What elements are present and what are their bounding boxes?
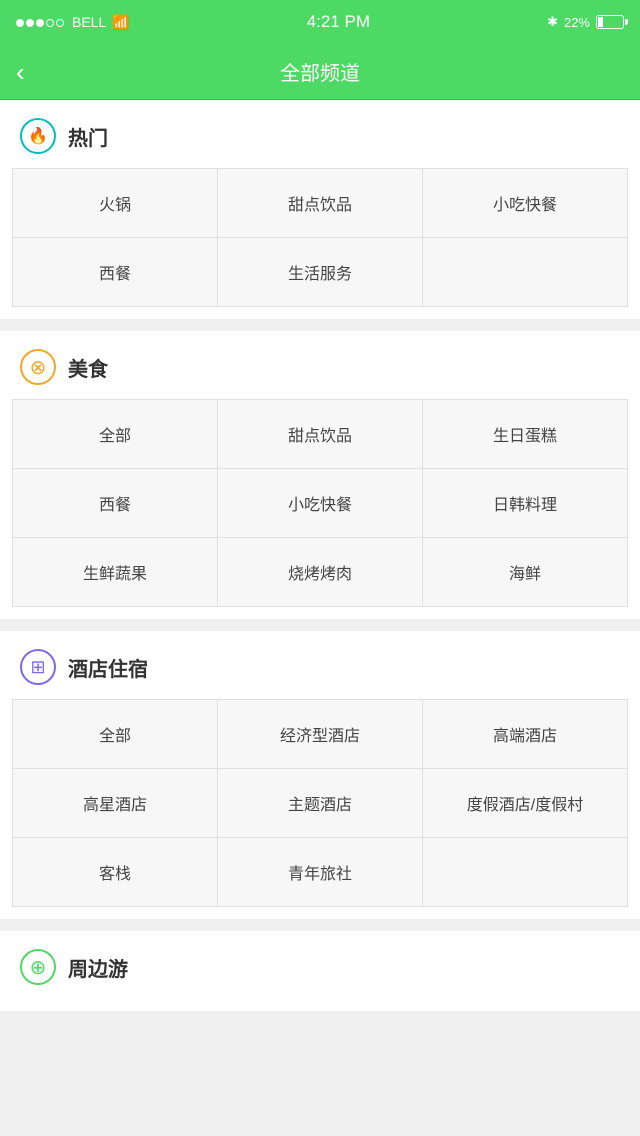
section-header-food: ⊗ 美食 (0, 331, 640, 399)
grid-item-hotel-3[interactable]: 高星酒店 (13, 769, 217, 837)
grid-food: 全部甜点饮品生日蛋糕西餐小吃快餐日韩料理生鲜蔬果烧烤烤肉海鲜 (12, 399, 628, 607)
page-title: 全部频道 (280, 57, 360, 86)
status-bar: BELL 📶 4:21 PM ✱ 22% (0, 0, 640, 44)
wifi-icon: 📶 (112, 14, 129, 31)
section-icon-hotel: ⊞ (20, 649, 56, 685)
section-icon-food: ⊗ (20, 349, 56, 385)
grid-item-food-0[interactable]: 全部 (13, 400, 217, 468)
grid-hot: 火锅甜点饮品小吃快餐西餐生活服务 (12, 168, 628, 307)
grid-item-hotel-0[interactable]: 全部 (13, 700, 217, 768)
grid-item-hotel-1[interactable]: 经济型酒店 (218, 700, 422, 768)
battery-icon (596, 15, 624, 29)
grid-item-food-5[interactable]: 日韩料理 (423, 469, 627, 537)
section-title-nearby: 周边游 (68, 953, 128, 982)
grid-item-food-2[interactable]: 生日蛋糕 (423, 400, 627, 468)
status-left: BELL 📶 (16, 14, 130, 31)
grid-item-hotel-6[interactable]: 客栈 (13, 838, 217, 906)
carrier-label: BELL (72, 14, 106, 30)
grid-item-hot-1[interactable]: 甜点饮品 (218, 169, 422, 237)
grid-item-hotel-7[interactable]: 青年旅社 (218, 838, 422, 906)
section-header-hotel: ⊞ 酒店住宿 (0, 631, 640, 699)
status-right: ✱ 22% (547, 14, 624, 30)
content-area: 🔥热门火锅甜点饮品小吃快餐西餐生活服务⊗美食全部甜点饮品生日蛋糕西餐小吃快餐日韩… (0, 100, 640, 1011)
grid-item-hotel-2[interactable]: 高端酒店 (423, 700, 627, 768)
section-nearby: ⊕ 周边游 (0, 931, 640, 1011)
grid-item-hot-2[interactable]: 小吃快餐 (423, 169, 627, 237)
grid-item-food-8[interactable]: 海鲜 (423, 538, 627, 606)
grid-item-food-7[interactable]: 烧烤烤肉 (218, 538, 422, 606)
grid-item-empty-hotel-0 (423, 838, 627, 906)
section-hotel: ⊞ 酒店住宿全部经济型酒店高端酒店高星酒店主题酒店度假酒店/度假村客栈青年旅社 (0, 631, 640, 919)
section-header-hot: 🔥 热门 (0, 100, 640, 168)
grid-item-hot-4[interactable]: 生活服务 (218, 238, 422, 306)
grid-item-hotel-5[interactable]: 度假酒店/度假村 (423, 769, 627, 837)
section-title-hotel: 酒店住宿 (68, 653, 148, 682)
grid-item-hot-0[interactable]: 火锅 (13, 169, 217, 237)
grid-hotel: 全部经济型酒店高端酒店高星酒店主题酒店度假酒店/度假村客栈青年旅社 (12, 699, 628, 907)
battery-percent: 22% (564, 15, 590, 30)
back-button[interactable]: ‹ (16, 59, 25, 85)
grid-item-food-4[interactable]: 小吃快餐 (218, 469, 422, 537)
grid-item-food-6[interactable]: 生鲜蔬果 (13, 538, 217, 606)
grid-item-hotel-4[interactable]: 主题酒店 (218, 769, 422, 837)
section-hot: 🔥 热门火锅甜点饮品小吃快餐西餐生活服务 (0, 100, 640, 319)
status-time: 4:21 PM (307, 12, 370, 32)
grid-item-food-3[interactable]: 西餐 (13, 469, 217, 537)
signal-dots (16, 14, 66, 30)
grid-item-hot-3[interactable]: 西餐 (13, 238, 217, 306)
grid-item-food-1[interactable]: 甜点饮品 (218, 400, 422, 468)
bluetooth-icon: ✱ (547, 14, 558, 30)
section-header-nearby: ⊕ 周边游 (0, 931, 640, 999)
section-food: ⊗ 美食全部甜点饮品生日蛋糕西餐小吃快餐日韩料理生鲜蔬果烧烤烤肉海鲜 (0, 331, 640, 619)
nav-bar: ‹ 全部频道 (0, 44, 640, 100)
grid-item-empty-hot-0 (423, 238, 627, 306)
section-title-food: 美食 (68, 353, 108, 382)
section-icon-hot: 🔥 (20, 118, 56, 154)
section-title-hot: 热门 (68, 122, 108, 151)
section-icon-nearby: ⊕ (20, 949, 56, 985)
